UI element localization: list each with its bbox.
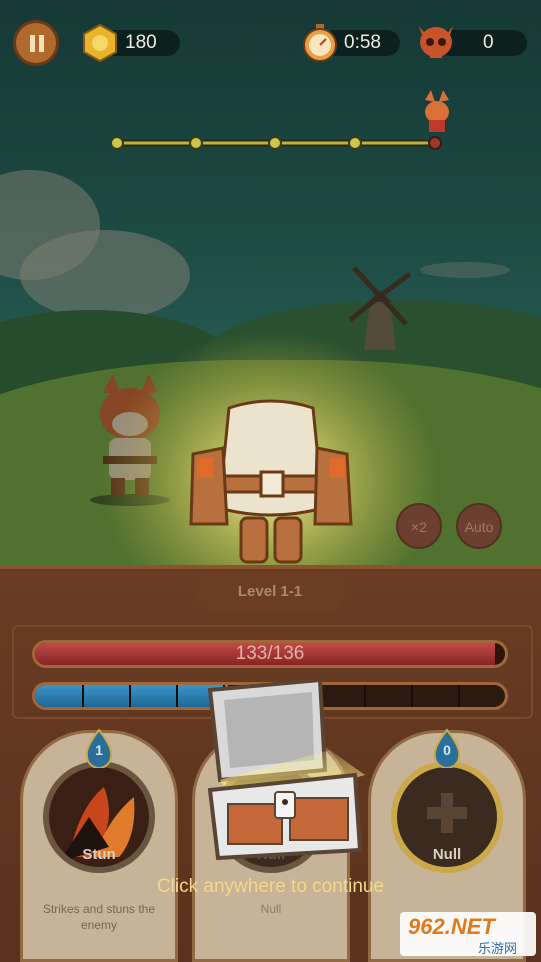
kill-count: 0 [483,32,494,53]
pause-button[interactable] [13,20,59,66]
mana-segment-divider [82,685,84,707]
fox-marker-icon [425,90,449,132]
watermark-brand: 962.NET [408,914,495,939]
skill-card-stun[interactable]: 1 Stun Strikes and stuns the enemy [20,728,178,962]
watermark-subtitle: 乐游网 [478,942,518,957]
pause-icon-bar [39,35,44,52]
mana-segment-divider [129,685,131,707]
site-watermark: 962.NET 乐游网 [400,912,536,957]
hp-bar: 133/136 [32,640,508,668]
mana-segment-divider [411,685,413,707]
mana-segment-divider [458,685,460,707]
skill-name: Stun [82,846,116,863]
auto-button[interactable]: Auto [456,503,502,549]
speed-x2-label: ×2 [411,519,427,535]
level-label: Level 1-1 [195,570,345,612]
skull-icon [419,26,453,58]
pause-icon [30,35,35,52]
armor-reward-icon [189,399,353,564]
skill-cost: 1 [95,742,103,758]
skill-cost-badge: 1 [83,728,115,769]
mana-segment-divider [176,685,178,707]
timer-value: 0:58 [344,32,381,53]
skill-description: Null [260,902,282,916]
continue-prompt[interactable]: Click anywhere to continue [0,876,541,898]
skill-name: Null [432,846,462,863]
progress-node [189,136,203,150]
skill-description: Strikes and stuns the enemy [42,902,156,932]
treasure-chest-icon [207,680,365,860]
game-screen[interactable]: 180 0:58 0 ×2 Auto Level 1-1 133/136 1 S… [0,0,541,962]
hp-text: 133/136 [235,643,305,664]
progress-node [268,136,282,150]
stage-progress-track [110,90,449,150]
coin-icon [83,23,117,63]
auto-label: Auto [464,519,494,535]
coin-count: 180 [125,32,157,53]
progress-node [348,136,362,150]
speed-x2-button[interactable]: ×2 [396,503,442,549]
progress-node [428,136,442,150]
skill-cost: 0 [443,742,451,758]
stopwatch-icon [303,24,337,62]
skill-cost-badge: 0 [431,728,463,769]
progress-node [110,136,124,150]
